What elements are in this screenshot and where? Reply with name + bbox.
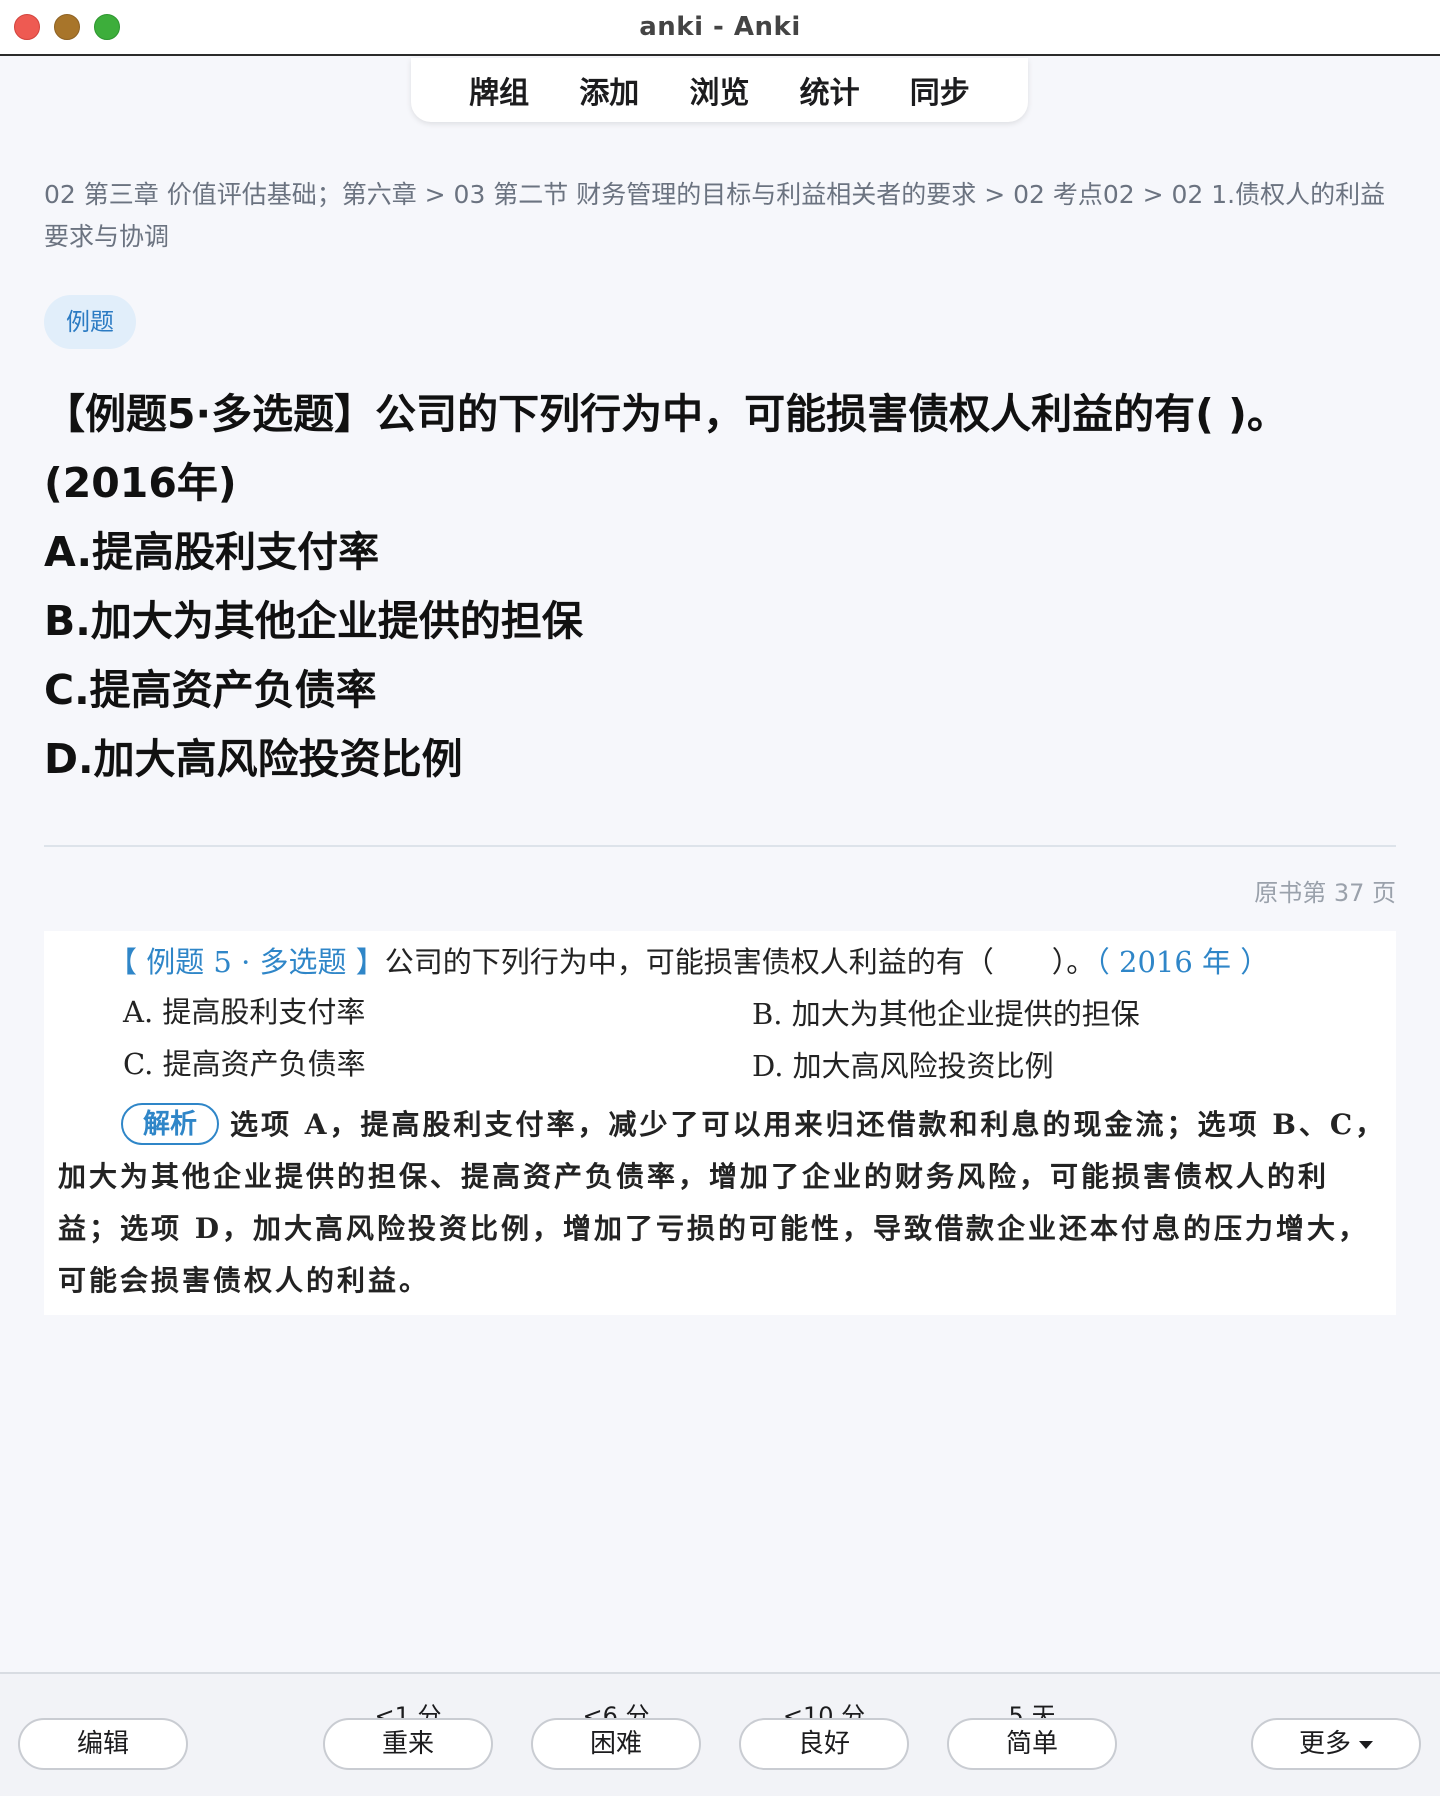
edit-button[interactable]: 编辑 [18,1718,188,1770]
again-button[interactable]: 重来 [323,1718,493,1770]
book-scan-image: 【 例题 5 · 多选题 】公司的下列行为中，可能损害债权人利益的有（ ）。（ … [44,931,1396,1315]
hard-button[interactable]: 困难 [531,1718,701,1770]
chevron-down-icon [1359,1740,1373,1749]
top-toolbar: 牌组 添加 浏览 统计 同步 [411,58,1028,122]
scan-stem-line: 【 例题 5 · 多选题 】公司的下列行为中，可能损害债权人利益的有（ ）。（ … [108,939,1269,981]
question-block: 【例题5·多选题】公司的下列行为中，可能损害债权人利益的有( )。 (2016年… [44,380,1404,794]
scan-option-b: B. 加大为其他企业提供的担保 [752,997,1140,1031]
card-tag: 例题 [44,295,136,349]
question-option-a: A.提高股利支付率 [44,528,380,576]
nav-add[interactable]: 添加 [573,64,645,116]
deck-breadcrumb: 02 第三章 价值评估基础；第六章 > 03 第二节 财务管理的目标与利益相关者… [44,180,1386,251]
question-year: (2016年) [44,459,237,507]
nav-browse[interactable]: 浏览 [683,64,755,116]
page-reference: 原书第 37 页 [1254,879,1396,907]
scan-question-stem: 公司的下列行为中，可能损害债权人利益的有（ ）。 [384,945,1096,979]
title-bar: anki - Anki [0,0,1440,56]
more-button-label: 更多 [1298,1729,1351,1759]
more-button[interactable]: 更多 [1251,1718,1421,1770]
scan-question-year: （ 2016 年 ） [1095,945,1270,979]
answer-divider [44,845,1396,847]
scan-explanation: 选项 A，提高股利支付率，减少了可以用来归还借款和利息的现金流；选项 B、C，加… [58,1108,1387,1297]
scan-option-c: C. 提高资产负债率 [123,1047,366,1081]
good-button[interactable]: 良好 [739,1718,909,1770]
question-title: 【例题5·多选题】公司的下列行为中，可能损害债权人利益的有( )。 [44,390,1288,438]
review-bottom-bar: 编辑 <1 分 重来 <6 分 困难 <10 分 良好 5 天 简单 更多 [0,1672,1440,1796]
nav-sync[interactable]: 同步 [904,64,976,116]
question-option-b: B.加大为其他企业提供的担保 [44,597,583,645]
easy-button[interactable]: 简单 [947,1718,1117,1770]
scan-option-a: A. 提高股利支付率 [123,995,366,1029]
scan-option-d: D. 加大高风险投资比例 [752,1049,1054,1083]
question-option-c: C.提高资产负债率 [44,666,377,714]
nav-decks[interactable]: 牌组 [463,64,535,116]
window-title: anki - Anki [639,12,801,42]
nav-stats[interactable]: 统计 [794,64,866,116]
anki-window: anki - Anki 牌组 添加 浏览 统计 同步 02 第三章 价值评估基础… [0,0,1440,1796]
scan-question-label: 【 例题 5 · 多选题 】 [108,945,385,979]
question-option-d: D.加大高风险投资比例 [44,735,463,783]
